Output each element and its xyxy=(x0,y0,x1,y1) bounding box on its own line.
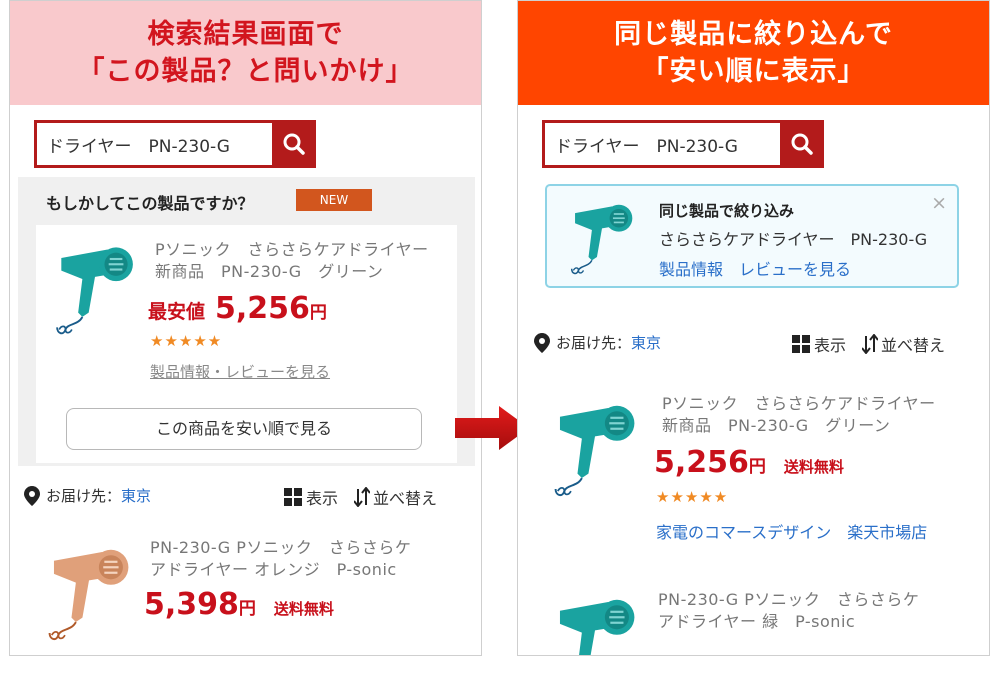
list-controls: 表示 並べ替え xyxy=(284,485,437,509)
banner-line1: 同じ製品に絞り込んで xyxy=(614,19,893,50)
delivery-city[interactable]: 東京 xyxy=(121,485,151,506)
filter-product-name: さらさらケアドライヤー PN-230-G xyxy=(659,230,928,249)
rating-stars: ★★★★★ xyxy=(150,332,223,350)
product-name-line1: PN-230-G Pソニック さらさらケ xyxy=(658,590,920,609)
product-name-line1: Pソニック さらさらケアドライヤー xyxy=(155,240,429,259)
banner-line2: 「安い順に表示」 xyxy=(641,56,866,87)
search-input[interactable]: ドライヤー PN-230-G xyxy=(545,132,780,157)
price: 5,256 xyxy=(654,445,749,480)
search-icon xyxy=(283,133,305,155)
suggested-product-card[interactable]: Pソニック さらさらケアドライヤー 新商品 PN-230-G グリーン 最安値 … xyxy=(36,225,457,463)
view-label: 表示 xyxy=(306,489,339,508)
product-name-line2: アドライヤー オレンジ P-sonic xyxy=(150,560,397,579)
sort-label: 並べ替え xyxy=(373,489,438,508)
sort-button[interactable]: 並べ替え xyxy=(862,332,945,356)
product-name-line2: アドライヤー 緑 P-sonic xyxy=(658,612,856,631)
delivery-label: お届け先： xyxy=(556,334,632,352)
lowest-price-label: 最安値 xyxy=(148,301,206,323)
yen-unit: 円 xyxy=(309,303,327,323)
new-badge: NEW xyxy=(296,189,372,211)
price: 5,256 xyxy=(215,291,310,326)
hair-dryer-icon xyxy=(554,404,636,497)
grid-view-icon xyxy=(284,488,302,506)
grid-view-icon xyxy=(792,335,810,353)
yen-unit: 円 xyxy=(238,599,256,619)
product-info-review-link[interactable]: 製品情報・レビューを見る xyxy=(150,361,330,382)
hair-dryer-icon xyxy=(48,548,130,641)
product-info-link[interactable]: 製品情報 xyxy=(659,256,723,280)
suggestion-title: もしかしてこの製品ですか？ xyxy=(46,194,254,213)
view-toggle[interactable]: 表示 xyxy=(792,332,846,356)
search-bar[interactable]: ドライヤー PN-230-G xyxy=(542,120,824,168)
sort-icon xyxy=(862,334,879,354)
banner-line2: 「この製品？と問いかけ」 xyxy=(77,56,414,87)
product-name-line2: 新商品 PN-230-G グリーン xyxy=(155,262,384,281)
product-name-line2: 新商品 PN-230-G グリーン xyxy=(662,416,891,435)
filter-title: 同じ製品で絞り込み xyxy=(659,202,795,220)
yen-unit: 円 xyxy=(748,457,766,477)
banner-line1: 検索結果画面で xyxy=(147,19,344,50)
delivery-location[interactable]: お届け先： 東京 xyxy=(534,332,661,353)
delivery-label: お届け先： xyxy=(46,487,122,505)
hair-dryer-icon xyxy=(56,246,134,335)
view-toggle[interactable]: 表示 xyxy=(284,485,338,509)
sort-label: 並べ替え xyxy=(881,336,946,355)
right-banner: 同じ製品に絞り込んで 「安い順に表示」 xyxy=(518,1,989,105)
close-icon[interactable]: × xyxy=(931,192,947,214)
location-pin-icon xyxy=(534,332,550,353)
search-input[interactable]: ドライヤー PN-230-G xyxy=(37,132,272,157)
search-bar[interactable]: ドライヤー PN-230-G xyxy=(34,120,316,168)
rating-stars: ★★★★★ xyxy=(656,488,729,506)
shop-name-link[interactable]: 家電のコマースデザイン 楽天市場店 xyxy=(656,519,927,543)
product-name-line1: Pソニック さらさらケアドライヤー xyxy=(662,394,936,413)
free-shipping-label: 送料無料 xyxy=(783,458,844,476)
view-label: 表示 xyxy=(814,336,847,355)
product-suggestion-box: もしかしてこの製品ですか？ NEW Pソニック さらさらケアドライヤー 新商品 … xyxy=(18,177,475,466)
delivery-city[interactable]: 東京 xyxy=(631,332,661,353)
search-button[interactable] xyxy=(272,120,316,168)
review-link[interactable]: レビューを見る xyxy=(739,256,851,280)
list-controls: 表示 並べ替え xyxy=(792,332,945,356)
price: 5,398 xyxy=(144,587,239,622)
hair-dryer-icon xyxy=(554,598,636,655)
hair-dryer-icon xyxy=(570,203,634,275)
left-banner: 検索結果画面で 「この製品？と問いかけ」 xyxy=(10,1,481,105)
search-icon xyxy=(791,133,813,155)
left-panel: 検索結果画面で 「この製品？と問いかけ」 ドライヤー PN-230-G もしかし… xyxy=(9,0,482,656)
sort-icon xyxy=(354,487,371,507)
search-button[interactable] xyxy=(780,120,824,168)
delivery-location[interactable]: お届け先： 東京 xyxy=(24,485,151,506)
location-pin-icon xyxy=(24,485,40,506)
same-product-filter[interactable]: 同じ製品で絞り込み さらさらケアドライヤー PN-230-G 製品情報 レビュー… xyxy=(545,184,959,288)
sort-button[interactable]: 並べ替え xyxy=(354,485,437,509)
view-cheapest-button[interactable]: この商品を安い順で見る xyxy=(66,408,422,450)
free-shipping-label: 送料無料 xyxy=(273,600,334,618)
product-name-line1: PN-230-G Pソニック さらさらケ xyxy=(150,538,412,557)
right-panel: 同じ製品に絞り込んで 「安い順に表示」 ドライヤー PN-230-G 同じ製品で… xyxy=(517,0,990,656)
